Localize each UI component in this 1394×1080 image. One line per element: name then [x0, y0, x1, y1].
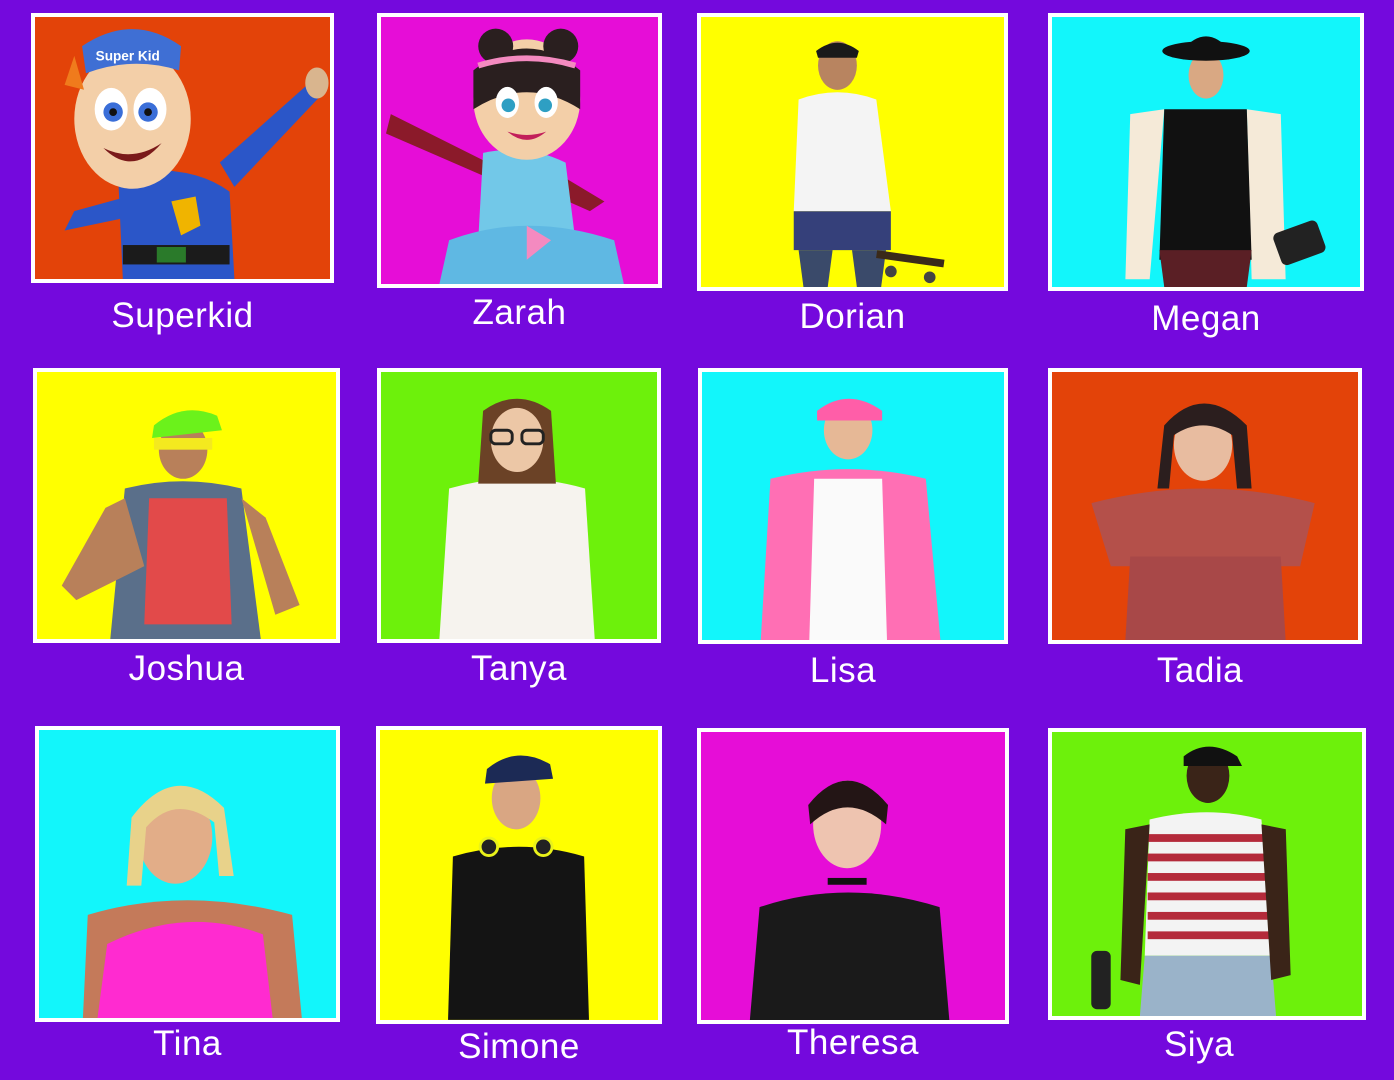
- portrait-tile: [33, 368, 340, 643]
- cast-card-theresa[interactable]: Theresa: [697, 728, 1037, 1073]
- portrait-tile: [697, 728, 1009, 1024]
- mascot-boy-icon: Super Kid: [64, 29, 329, 279]
- person-skateboard-icon: [793, 41, 945, 287]
- cast-card-superkid[interactable]: Super Kid Superkid: [31, 13, 371, 358]
- portrait-tile: [35, 726, 340, 1022]
- portrait-tile: [1048, 728, 1366, 1020]
- cast-card-dorian[interactable]: Dorian: [697, 13, 1037, 358]
- cast-name: Joshua: [128, 649, 245, 688]
- person-pink-jacket-icon: [760, 398, 941, 640]
- cast-card-tina[interactable]: Tina: [35, 726, 375, 1071]
- portrait-tile: [698, 368, 1008, 644]
- person-hat-icon: [1125, 36, 1326, 287]
- person-blonde-icon: [82, 785, 302, 1018]
- cast-name: Tanya: [471, 649, 567, 688]
- cast-name: Lisa: [809, 651, 877, 690]
- cast-card-simone[interactable]: Simone: [376, 726, 716, 1071]
- person-offshoulder-icon: [1091, 403, 1315, 640]
- cast-name: Dorian: [799, 297, 906, 336]
- person-striped-shirt-icon: [1091, 746, 1291, 1016]
- cast-card-tanya[interactable]: Tanya: [377, 368, 717, 713]
- person-choker-icon: [749, 780, 950, 1020]
- cast-card-tadia[interactable]: Tadia: [1048, 368, 1388, 713]
- cast-name: Megan: [1151, 299, 1261, 338]
- cast-name: Tina: [153, 1024, 222, 1063]
- cast-name: Superkid: [111, 296, 254, 335]
- cast-name: Tadia: [1156, 651, 1244, 690]
- cast-card-joshua[interactable]: Joshua: [33, 368, 373, 713]
- portrait-tile: [1048, 13, 1364, 291]
- portrait-tile: [1048, 368, 1362, 644]
- person-glasses-icon: [439, 398, 595, 639]
- cast-card-zarah[interactable]: Zarah: [377, 13, 717, 358]
- portrait-tile: [697, 13, 1008, 291]
- portrait-tile: [377, 368, 661, 643]
- portrait-tile: [377, 13, 662, 288]
- cast-name: Simone: [458, 1027, 580, 1066]
- person-headphones-icon: [448, 755, 589, 1020]
- cast-grid: Super Kid Superkid Zarah Dorian Megan Jo…: [0, 0, 1394, 1080]
- mascot-girl-icon: [386, 28, 624, 284]
- portrait-tile: Super Kid: [31, 13, 334, 283]
- cast-card-siya[interactable]: Siya: [1048, 728, 1388, 1073]
- cast-card-megan[interactable]: Megan: [1048, 13, 1388, 358]
- svg-text:Super Kid: Super Kid: [96, 49, 160, 64]
- cast-name: Theresa: [787, 1023, 919, 1062]
- person-cap-glasses-icon: [61, 410, 300, 639]
- cast-name: Siya: [1163, 1025, 1235, 1064]
- portrait-tile: [376, 726, 662, 1024]
- cast-name: Zarah: [472, 293, 567, 332]
- cast-card-lisa[interactable]: Lisa: [698, 368, 1038, 713]
